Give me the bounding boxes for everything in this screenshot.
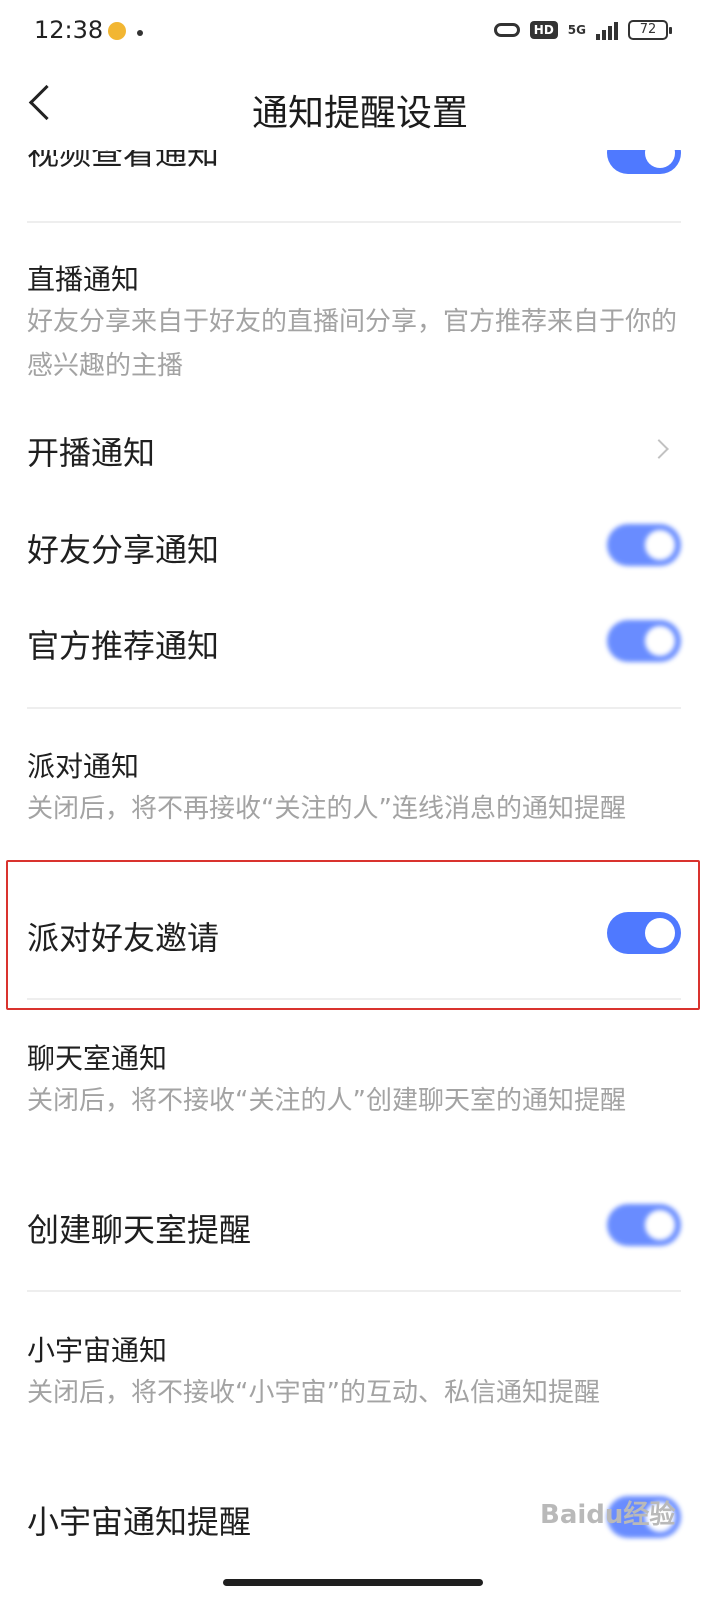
page-title: 通知提醒设置 <box>251 93 468 134</box>
section-title-chatroom: 聊天室通知 <box>27 1042 168 1075</box>
divider <box>27 1290 681 1292</box>
section-chatroom: 聊天室通知 关闭后，将不接收“关注的人”创建聊天室的通知提醒 <box>27 1037 681 1123</box>
section-live: 直播通知 好友分享来自于好友的直播间分享，官方推荐来自于你的感兴趣的主播 <box>27 258 681 388</box>
hd-badge: HD <box>529 21 558 39</box>
setting-row-official: 官方推荐通知 <box>27 621 681 667</box>
section-desc-chatroom: 关闭后，将不接收“关注的人”创建聊天室的通知提醒 <box>27 1086 626 1116</box>
link-icon <box>493 23 520 37</box>
network-type: 5G <box>567 23 586 37</box>
setting-label-friend-share: 好友分享通知 <box>27 531 220 569</box>
toggle-knob <box>645 150 675 168</box>
more-notifications-dot <box>137 30 143 36</box>
battery-icon: 72 <box>628 20 672 40</box>
setting-label-video-view: 视频查看通知 <box>27 150 220 172</box>
section-title-live: 直播通知 <box>27 263 140 296</box>
signal-icon <box>596 20 618 40</box>
section-party: 派对通知 关闭后，将不再接收“关注的人”连线消息的通知提醒 <box>27 745 681 831</box>
section-desc-live: 好友分享来自于好友的直播间分享，官方推荐来自于你的感兴趣的主播 <box>27 307 678 381</box>
section-desc-party: 关闭后，将不再接收“关注的人”连线消息的通知提醒 <box>27 794 626 824</box>
toggle-chatroom-create[interactable] <box>607 1204 681 1246</box>
toggle-knob <box>645 1210 675 1240</box>
status-indicators: HD 5G 72 <box>493 20 672 40</box>
section-title-universe: 小宇宙通知 <box>27 1334 168 1367</box>
section-universe: 小宇宙通知 关闭后，将不接收“小宇宙”的互动、私信通知提醒 <box>27 1329 681 1415</box>
toggle-official[interactable] <box>607 620 681 662</box>
status-bar: 12:38 HD 5G 72 <box>0 0 720 66</box>
section-title-party: 派对通知 <box>27 750 140 783</box>
setting-row-chatroom-create: 创建聊天室提醒 <box>27 1205 681 1251</box>
highlight-annotation-box <box>6 860 700 1010</box>
setting-label-chatroom-create: 创建聊天室提醒 <box>27 1211 252 1249</box>
status-time: 12:38 <box>34 16 104 44</box>
setting-row-start-live[interactable]: 开播通知 <box>27 428 681 472</box>
setting-row-friend-share: 好友分享通知 <box>27 525 681 571</box>
partial-row-clip: 视频查看通知 <box>0 150 720 190</box>
setting-label-official: 官方推荐通知 <box>27 627 220 665</box>
home-indicator[interactable] <box>223 1579 483 1586</box>
setting-label-start-live: 开播通知 <box>27 434 156 472</box>
app-notification-icon <box>108 22 126 40</box>
toggle-video-view[interactable] <box>607 150 681 174</box>
toggle-friend-share[interactable] <box>607 524 681 566</box>
toggle-knob <box>645 626 675 656</box>
nav-bar: 通知提醒设置 <box>0 66 720 150</box>
divider <box>27 707 681 709</box>
baidu-watermark: Baidu经验 <box>540 1500 676 1530</box>
section-desc-universe: 关闭后，将不接收“小宇宙”的互动、私信通知提醒 <box>27 1378 600 1408</box>
divider <box>27 221 681 223</box>
toggle-knob <box>645 530 675 560</box>
